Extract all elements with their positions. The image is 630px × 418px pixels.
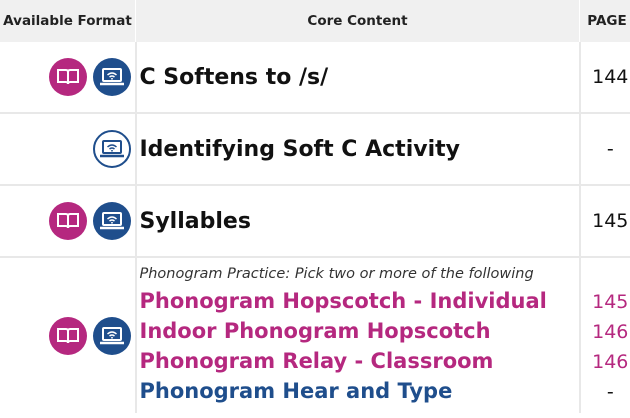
core-content-cell: Phonogram Practice: Pick two or more of …: [135, 257, 581, 413]
laptop-icon[interactable]: [92, 130, 131, 168]
page-number: -: [606, 380, 614, 403]
activity-link[interactable]: Phonogram Relay - Classroom: [140, 346, 579, 376]
format-cell: [0, 185, 137, 258]
activity-link[interactable]: Phonogram Hear and Type: [140, 376, 579, 406]
page-number: 145: [592, 290, 629, 313]
lesson-title[interactable]: Identifying Soft C Activity: [140, 137, 460, 162]
book-icon[interactable]: [48, 316, 87, 355]
page-number-list: 145 146 146 -: [580, 257, 630, 413]
table-row: Identifying Soft C Activity -: [0, 113, 630, 186]
activity-link[interactable]: Phonogram Hopscotch - Individual: [140, 286, 579, 316]
practice-instructions: Phonogram Practice: Pick two or more of …: [139, 265, 534, 282]
book-icon[interactable]: [48, 202, 87, 240]
lesson-content-table: Available Format Core Content PAGE C Sof…: [0, 0, 630, 413]
table-row: Syllables 145: [0, 185, 630, 258]
core-content-cell: Identifying Soft C Activity: [135, 113, 581, 186]
page-number: 144: [579, 42, 630, 114]
table-row: C Softens to /s/ 144: [0, 42, 630, 114]
format-cell: [0, 257, 137, 413]
page-number: 146: [592, 320, 629, 343]
laptop-icon[interactable]: [92, 58, 131, 96]
laptop-icon[interactable]: [92, 316, 131, 355]
table-row: Phonogram Practice: Pick two or more of …: [0, 257, 630, 413]
header-core-content: Core Content: [135, 0, 580, 42]
header-row: Available Format Core Content PAGE: [0, 0, 630, 42]
laptop-icon[interactable]: [92, 202, 131, 240]
lesson-title[interactable]: Syllables: [140, 209, 251, 234]
page-number: -: [579, 113, 630, 186]
book-icon[interactable]: [48, 58, 87, 96]
core-content-cell: C Softens to /s/: [135, 42, 581, 114]
page-number: 145: [579, 185, 630, 258]
page-number: 146: [592, 350, 629, 373]
header-available-format: Available Format: [0, 0, 136, 42]
format-cell: [0, 42, 137, 114]
lesson-title[interactable]: C Softens to /s/: [140, 65, 329, 90]
activity-link[interactable]: Indoor Phonogram Hopscotch: [140, 316, 579, 346]
header-page: PAGE: [579, 0, 630, 42]
format-cell: [0, 113, 137, 186]
core-content-cell: Syllables: [135, 185, 581, 258]
